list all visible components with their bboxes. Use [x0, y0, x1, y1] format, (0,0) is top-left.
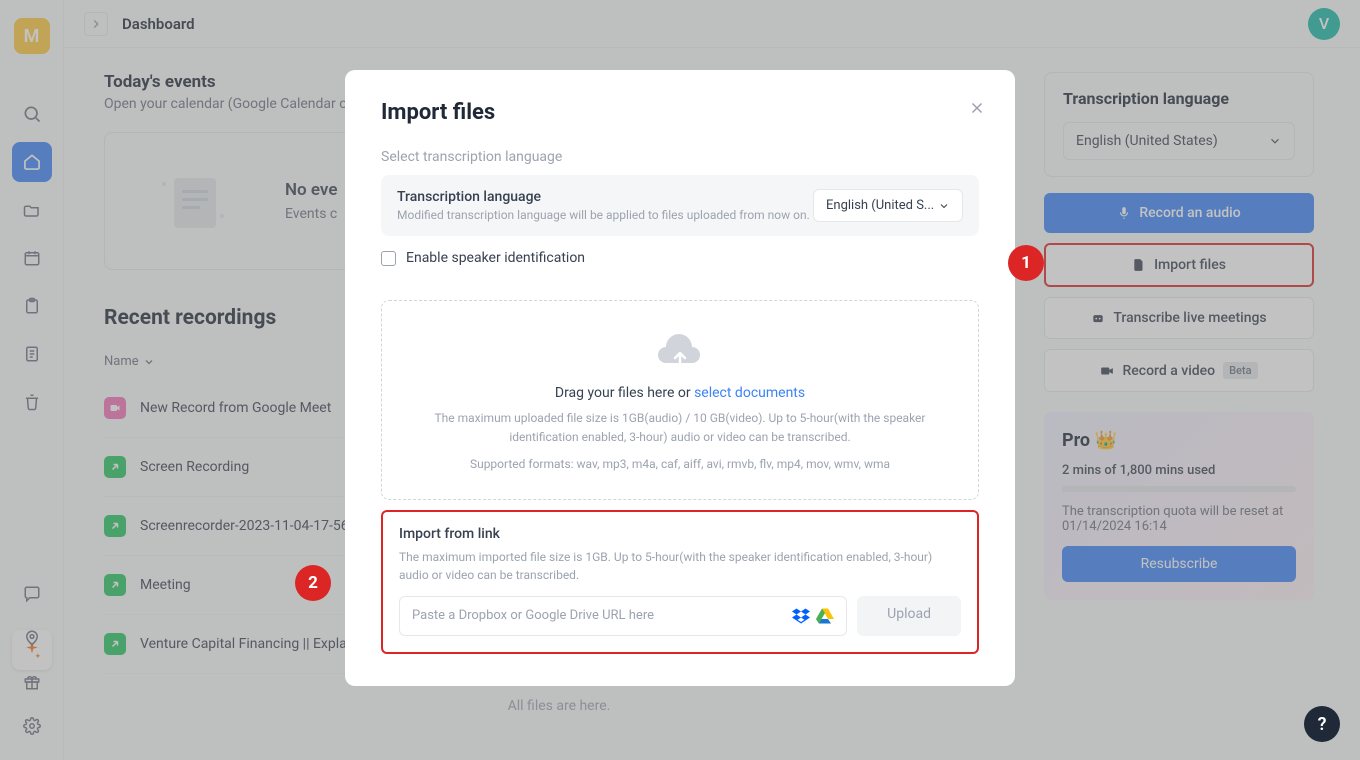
help-button[interactable]: ?	[1304, 706, 1340, 742]
modal-trans-lang-title: Transcription language	[397, 189, 810, 205]
annotation-1: 1	[1008, 245, 1044, 281]
modal-lang-value: English (United S...	[826, 198, 934, 213]
modal-close-button[interactable]	[965, 96, 989, 120]
annotation-2: 2	[295, 565, 331, 601]
link-placeholder: Paste a Dropbox or Google Drive URL here	[412, 608, 654, 623]
modal-select-lang-label: Select transcription language	[381, 149, 979, 165]
modal-lang-row: Transcription language Modified transcri…	[381, 175, 979, 236]
modal-lang-dropdown[interactable]: English (United S...	[813, 189, 963, 222]
upload-button[interactable]: Upload	[857, 596, 961, 636]
speaker-id-checkbox[interactable]	[381, 251, 396, 266]
link-url-input[interactable]: Paste a Dropbox or Google Drive URL here	[399, 596, 847, 636]
google-drive-icon	[816, 607, 834, 625]
modal-title: Import files	[381, 100, 979, 125]
drop-formats: Supported formats: wav, mp3, m4a, caf, a…	[402, 455, 958, 474]
drop-text: Drag your files here or	[555, 385, 694, 401]
modal-trans-lang-desc: Modified transcription language will be …	[397, 208, 810, 222]
close-icon	[968, 99, 986, 117]
modal-overlay[interactable]: Import files Select transcription langua…	[0, 0, 1360, 760]
drop-desc: The maximum uploaded file size is 1GB(au…	[402, 409, 958, 447]
dropbox-icon	[792, 607, 810, 625]
import-files-modal: Import files Select transcription langua…	[345, 70, 1015, 686]
speaker-id-label: Enable speaker identification	[406, 250, 585, 266]
select-documents-link[interactable]: select documents	[694, 385, 805, 401]
import-link-desc: The maximum imported file size is 1GB. U…	[399, 548, 961, 584]
chevron-down-icon	[938, 200, 950, 212]
import-link-title: Import from link	[399, 526, 961, 542]
cloud-upload-icon	[658, 331, 702, 371]
import-link-section: Import from link The maximum imported fi…	[381, 510, 979, 654]
file-drop-zone[interactable]: Drag your files here or select documents…	[381, 300, 979, 500]
